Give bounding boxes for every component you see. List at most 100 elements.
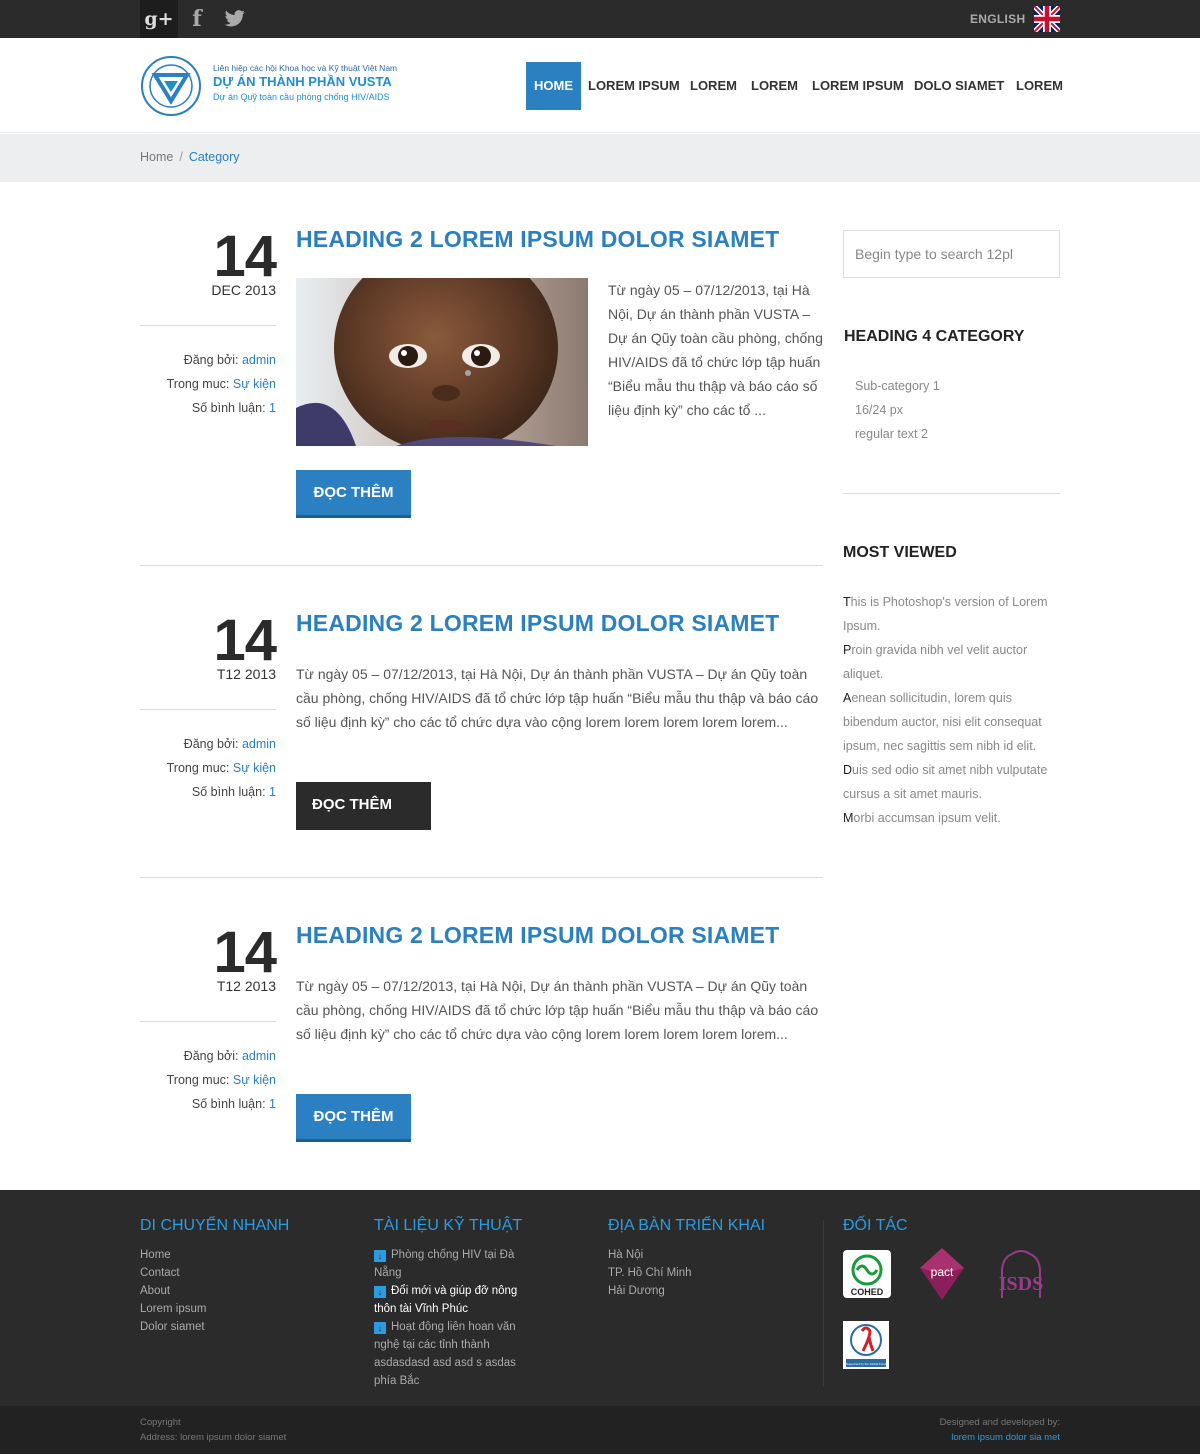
footer-divider (823, 1220, 824, 1386)
document-link[interactable]: ↓ Đổi mới và giúp đỡ nông thôn tài Vĩnh P… (374, 1282, 534, 1318)
author-link[interactable]: admin (242, 737, 276, 751)
facebook-icon[interactable]: f (178, 0, 216, 38)
download-icon: ↓ (374, 1322, 386, 1334)
post-divider (140, 565, 823, 566)
footer-link[interactable]: Contact (140, 1267, 180, 1279)
post-title[interactable]: HEADING 2 LOREM IPSUM DOLOR SIAMET (296, 610, 779, 637)
post-excerpt: Từ ngày 05 – 07/12/2013, tại Hà Nội, Dự … (608, 282, 823, 418)
post-thumbnail[interactable] (296, 278, 588, 446)
comments-label: Số bình luận: (191, 401, 266, 415)
category-link[interactable]: Sub-category 1 (855, 379, 940, 393)
read-more-button[interactable]: ĐỌC THÊM (296, 470, 411, 518)
breadcrumb-home[interactable]: Home (140, 150, 173, 164)
most-viewed-heading: MOST VIEWED (843, 544, 957, 561)
post-title[interactable]: HEADING 2 LOREM IPSUM DOLOR SIAMET (296, 922, 779, 949)
footer-link[interactable]: Dolor siamet (140, 1321, 205, 1333)
breadcrumb: Home / Category (140, 150, 240, 164)
most-viewed-item[interactable]: Duis sed odio sit amet nibh vulputate cu… (843, 758, 1063, 806)
nav-lorem-3[interactable]: LOREM (1016, 62, 1063, 110)
meta-divider (140, 325, 276, 326)
nav-home[interactable]: HOME (526, 62, 581, 110)
sidebar-divider (843, 493, 1060, 494)
site-logo[interactable]: Liên hiệp các hội Khoa học và Kỹ thuật V… (140, 55, 397, 117)
nav-dolo-siamet[interactable]: DOLO SIAMET (914, 62, 1004, 110)
address-text: Address: lorem ipsum dolor siamet (140, 1432, 287, 1443)
author-label: Đăng bởi: (183, 353, 239, 367)
post-date-day: 14 (213, 608, 277, 673)
search-input[interactable] (843, 230, 1060, 278)
nav-lorem-ipsum-2[interactable]: LOREM IPSUM (812, 62, 904, 110)
credits-link[interactable]: lorem ipsum dolor sia met (951, 1432, 1060, 1443)
dropcap: D (843, 763, 853, 777)
footer-link[interactable]: Home (140, 1249, 171, 1261)
comments-link[interactable]: 1 (269, 401, 276, 415)
category-link[interactable]: Sự kiện (233, 1073, 276, 1087)
nav-lorem-2[interactable]: LOREM (751, 62, 798, 110)
post-meta: Đăng bởi: admin Trong muc: Sự kiện Số bì… (140, 732, 276, 804)
meta-divider (140, 1021, 276, 1022)
logo-org-name: Liên hiệp các hội Khoa học và Kỹ thuật V… (213, 63, 398, 73)
category-link[interactable]: regular text 2 (855, 427, 928, 441)
twitter-icon[interactable] (216, 0, 254, 38)
comments-label: Số bình luận: (191, 1097, 266, 1111)
post-date-day: 14 (213, 224, 277, 289)
post-item: 14 DEC 2013 Đăng bởi: admin Trong muc: S… (140, 226, 823, 566)
category-list: Sub-category 1 16/24 px regular text 2 (855, 374, 940, 446)
footer-heading-quicklinks: DI CHUYỂN NHANH (140, 1217, 290, 1234)
credits-label: Designed and developed by: (939, 1417, 1060, 1428)
post-excerpt: Từ ngày 05 – 07/12/2013, tại Hà Nội, Dự … (296, 978, 819, 1042)
language-selector[interactable]: ENGLISH (970, 12, 1025, 26)
footer-heading-documents: TÀI LIỆU KỸ THUẬT (374, 1217, 523, 1234)
post-excerpt: Từ ngày 05 – 07/12/2013, tại Hà Nội, Dự … (296, 666, 819, 730)
footer-link[interactable]: Lorem ipsum (140, 1303, 206, 1315)
footer-locations: Hà Nội TP. Hồ Chí Minh Hải Dương (608, 1246, 808, 1300)
logo-tagline: Dự án Quỹ toàn cầu phòng chống HIV/AIDS (213, 92, 390, 102)
read-more-button[interactable]: ĐỌC THÊM (296, 782, 431, 830)
location-link[interactable]: TP. Hồ Chí Minh (608, 1267, 692, 1279)
most-viewed-list: This is Photoshop's version of Lorem Ips… (843, 590, 1063, 830)
item-text: roin gravida nibh vel velit auctor aliqu… (843, 643, 1028, 681)
item-text: orbi accumsan ipsum velit. (853, 811, 1001, 825)
most-viewed-item[interactable]: This is Photoshop's version of Lorem Ips… (843, 590, 1063, 638)
most-viewed-item[interactable]: Morbi accumsan ipsum velit. (843, 806, 1063, 830)
read-more-button[interactable]: ĐỌC THÊM (296, 1094, 411, 1142)
footer-quicklinks: Home Contact About Lorem ipsum Dolor sia… (140, 1246, 340, 1336)
author-link[interactable]: admin (242, 353, 276, 367)
author-label: Đăng bởi: (183, 737, 239, 751)
category-label: Trong muc: (166, 377, 230, 391)
most-viewed-item[interactable]: Aenean sollicitudin, lorem quis bibendum… (843, 686, 1063, 758)
category-link[interactable]: Sự kiện (233, 377, 276, 391)
footer-heading-partners: ĐỐI TÁC (843, 1217, 908, 1234)
footer-heading-locations: ĐỊA BÀN TRIỂN KHAI (608, 1217, 766, 1234)
copyright-block: Copyright Address: lorem ipsum dolor sia… (140, 1415, 286, 1445)
category-link[interactable]: Sự kiện (233, 761, 276, 775)
partner-logo-global-fund[interactable]: Supported by the Global Fund (843, 1321, 889, 1369)
partner-label: pact (931, 1265, 954, 1279)
logo-project-name: DỰ ÁN THÀNH PHẦN VUSTA (213, 74, 392, 89)
author-link[interactable]: admin (242, 1049, 276, 1063)
partner-label: Supported by the Global Fund (846, 1362, 886, 1366)
nav-lorem-1[interactable]: LOREM (690, 62, 737, 110)
partner-logo-pact[interactable]: pact (920, 1248, 964, 1300)
most-viewed-item[interactable]: Proin gravida nibh vel velit auctor aliq… (843, 638, 1063, 686)
nav-lorem-ipsum-1[interactable]: LOREM IPSUM (588, 62, 680, 110)
location-link[interactable]: Hải Dương (608, 1285, 665, 1297)
post-meta: Đăng bởi: admin Trong muc: Sự kiện Số bì… (140, 1044, 276, 1116)
partner-logo-isds[interactable]: ISDS (998, 1248, 1044, 1298)
comments-link[interactable]: 1 (269, 1097, 276, 1111)
document-title: Hoạt động liên hoan văn nghệ tại các tỉn… (374, 1321, 516, 1387)
post-date-day: 14 (213, 920, 277, 985)
uk-flag-icon[interactable] (1032, 4, 1062, 34)
partner-logo-cohed[interactable]: COHED (843, 1250, 891, 1298)
comments-link[interactable]: 1 (269, 785, 276, 799)
google-plus-icon[interactable]: g+ (140, 0, 178, 38)
document-link[interactable]: ↓ Hoạt động liên hoan văn nghệ tại các tỉ… (374, 1318, 534, 1390)
location-link[interactable]: Hà Nội (608, 1249, 643, 1261)
category-link[interactable]: 16/24 px (855, 403, 903, 417)
document-link[interactable]: ↓ Phòng chống HIV tại Đà Nẵng (374, 1246, 534, 1282)
footer-link[interactable]: About (140, 1285, 170, 1297)
partner-label: ISDS (999, 1273, 1043, 1295)
category-label: Trong muc: (166, 1073, 230, 1087)
post-title[interactable]: HEADING 2 LOREM IPSUM DOLOR SIAMET (296, 226, 779, 253)
download-icon: ↓ (374, 1286, 386, 1298)
